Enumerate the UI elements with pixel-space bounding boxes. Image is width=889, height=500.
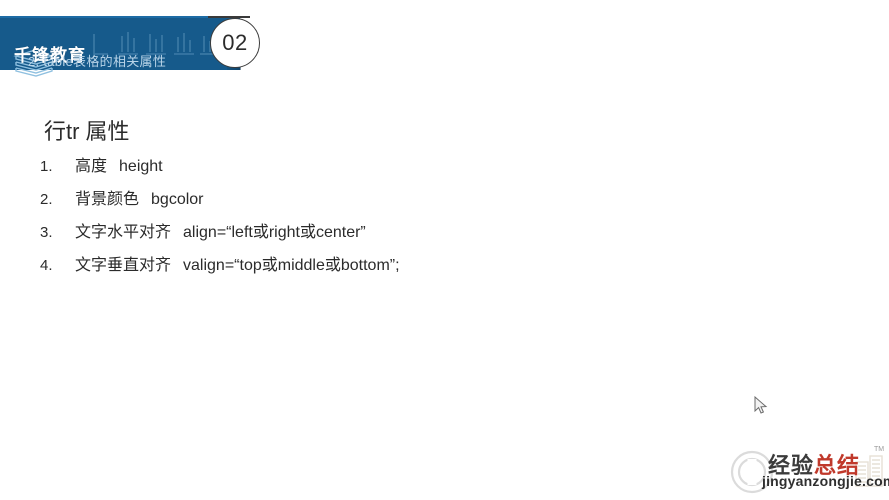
section-label: 2. table表格的相关属性 bbox=[28, 54, 167, 69]
list-item-number: 2. bbox=[40, 191, 53, 208]
list-item-label: 高度 bbox=[75, 158, 108, 175]
list-item-code: align=“left或right或center” bbox=[183, 224, 366, 241]
list-item-label: 文字垂直对齐 bbox=[75, 257, 172, 274]
mouse-pointer-icon bbox=[754, 395, 768, 416]
list-item-label: 背景颜色 bbox=[75, 191, 140, 208]
list-item-number: 3. bbox=[40, 224, 53, 241]
list-item: 2. 背景颜色 bgcolor bbox=[40, 185, 740, 218]
header-band: 千锋教育 2. table表格的相关属性 bbox=[0, 18, 241, 77]
list-item-code: height bbox=[119, 158, 163, 175]
section-number-badge: 02 bbox=[210, 18, 260, 68]
list-item-code: bgcolor bbox=[151, 191, 204, 208]
watermark-url: jingyanzongjie.com bbox=[762, 473, 889, 489]
attribute-list: 1. 高度 height 2. 背景颜色 bgcolor 3. 文字水平对齐 a… bbox=[40, 152, 740, 284]
slide-canvas: 千锋教育 2. table表格的相关属性 02 行tr 属性 1. 高度 hei… bbox=[0, 0, 889, 500]
list-item-label: 文字水平对齐 bbox=[75, 224, 172, 241]
watermark: 经验总结 TM jingyanzongjie.com bbox=[728, 446, 889, 498]
list-item-number: 4. bbox=[40, 257, 53, 274]
list-item-number: 1. bbox=[40, 158, 53, 175]
list-item-code: valign=“top或middle或bottom”; bbox=[183, 257, 400, 274]
list-item: 3. 文字水平对齐 align=“left或right或center” bbox=[40, 218, 740, 251]
watermark-trademark: TM bbox=[874, 446, 885, 453]
list-item: 4. 文字垂直对齐 valign=“top或middle或bottom”; bbox=[40, 251, 740, 284]
page-title: 行tr 属性 bbox=[44, 119, 130, 144]
list-item: 1. 高度 height bbox=[40, 152, 740, 185]
